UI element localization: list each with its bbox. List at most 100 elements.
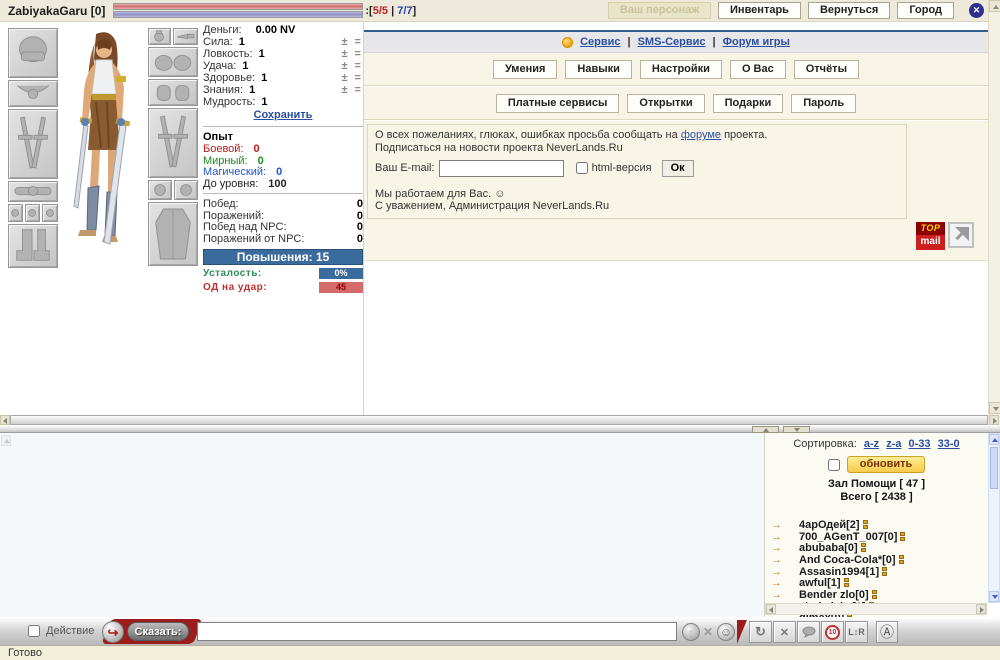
- refresh-chat-icon[interactable]: ↻: [749, 621, 772, 643]
- tab-skills[interactable]: Умения: [493, 60, 557, 79]
- slot-bracelet-2[interactable]: [174, 180, 198, 200]
- chat-splitter[interactable]: [0, 425, 1000, 433]
- clear-icon[interactable]: ✕: [703, 625, 713, 639]
- top-buttons: Ваш персонаж Инвентарь Вернуться Город ✕: [608, 2, 1000, 19]
- hp-value: 5/5: [373, 5, 388, 17]
- slot-misc-2[interactable]: [25, 204, 40, 222]
- sort-330-link[interactable]: 33-0: [938, 438, 960, 450]
- close-icon[interactable]: ✕: [969, 3, 984, 18]
- slot-belt[interactable]: [8, 181, 58, 202]
- page-horizontal-scrollbar[interactable]: [0, 415, 1000, 425]
- players-horizontal-scrollbar[interactable]: [765, 603, 987, 615]
- stat-plus-equal[interactable]: ± =: [341, 72, 363, 84]
- list-item[interactable]: →awful[1]: [765, 577, 988, 589]
- chat-message-input[interactable]: [197, 622, 677, 641]
- say-arrow-icon[interactable]: ↪: [102, 621, 124, 643]
- splitter-down-button[interactable]: [783, 426, 810, 433]
- action-checkbox[interactable]: [28, 625, 40, 637]
- hp-mp-values: :[5/5 | 7/7]: [365, 5, 416, 17]
- slot-gloves[interactable]: [148, 79, 198, 106]
- slot-helmet[interactable]: [8, 28, 58, 78]
- list-item[interactable]: →Assasin1994[1]: [765, 566, 988, 578]
- scroll-left-arrow[interactable]: [766, 604, 776, 614]
- chat-bubble-icon[interactable]: [797, 621, 820, 643]
- tab-reports[interactable]: Отчёты: [794, 60, 859, 79]
- scroll-left-arrow[interactable]: [0, 415, 10, 425]
- splitter-up-button[interactable]: [752, 426, 779, 433]
- sort-az-link[interactable]: a-z: [864, 438, 879, 450]
- sort-033-link[interactable]: 0-33: [909, 438, 931, 450]
- inventory-button[interactable]: Инвентарь: [718, 2, 801, 19]
- player-info-icon[interactable]: [899, 555, 904, 565]
- player-arrow-icon: →: [771, 577, 784, 589]
- topmail-logo[interactable]: TOP mail: [916, 222, 945, 250]
- tab-about[interactable]: О Вас: [730, 60, 786, 79]
- auto-refresh-checkbox[interactable]: [828, 459, 840, 471]
- tab-abilities[interactable]: Навыки: [565, 60, 632, 79]
- slot-weapon-left[interactable]: [8, 109, 58, 179]
- message-limit-badge[interactable]: 10: [821, 621, 844, 643]
- scroll-down-arrow[interactable]: [989, 402, 1000, 414]
- sort-za-link[interactable]: z-a: [886, 438, 901, 450]
- list-item[interactable]: →Bender zlo[0]: [765, 589, 988, 601]
- email-input[interactable]: [439, 160, 564, 177]
- scroll-up-arrow[interactable]: [989, 434, 999, 445]
- player-info-icon[interactable]: [863, 520, 868, 530]
- list-item[interactable]: →And Coca-Cola*[0]: [765, 554, 988, 566]
- stat-plus-equal[interactable]: ± =: [341, 48, 363, 60]
- html-version-checkbox[interactable]: [576, 162, 588, 174]
- tab-postcards[interactable]: Открытки: [627, 94, 704, 113]
- external-link-icon[interactable]: [948, 222, 974, 248]
- stat-plus-equal[interactable]: ± =: [341, 84, 363, 96]
- scroll-right-arrow[interactable]: [989, 415, 999, 425]
- tab-gifts[interactable]: Подарки: [713, 94, 784, 113]
- ok-button[interactable]: Ок: [662, 160, 694, 177]
- list-item[interactable]: →4арОдей[2]: [765, 519, 988, 531]
- forum-link[interactable]: Форум игры: [723, 36, 790, 48]
- service-link[interactable]: Сервис: [580, 36, 620, 48]
- slot-armor[interactable]: [148, 202, 198, 266]
- send-up-icon[interactable]: ↑: [682, 623, 700, 641]
- tab-paid-services[interactable]: Платные сервисы: [496, 94, 620, 113]
- page-vertical-scrollbar[interactable]: [988, 0, 1000, 415]
- slot-weapon-right[interactable]: [148, 108, 198, 178]
- refresh-button[interactable]: обновить: [847, 456, 926, 473]
- slot-knife[interactable]: [173, 28, 198, 45]
- list-item[interactable]: →abubaba[0]: [765, 542, 988, 554]
- smiley-icon[interactable]: ☺: [717, 623, 735, 641]
- player-info-icon[interactable]: [882, 567, 887, 577]
- tab-settings[interactable]: Настройки: [640, 60, 722, 79]
- save-link[interactable]: Сохранить: [254, 109, 313, 121]
- tab-password[interactable]: Пароль: [791, 94, 856, 113]
- slot-bracelet-1[interactable]: [148, 180, 172, 200]
- slot-boots[interactable]: [8, 224, 58, 268]
- players-vertical-scrollbar[interactable]: [988, 433, 1000, 603]
- scroll-down-arrow[interactable]: [989, 591, 999, 602]
- slot-shoulders[interactable]: [148, 47, 198, 77]
- player-info-icon[interactable]: [861, 543, 866, 553]
- slot-amulet[interactable]: [8, 80, 58, 107]
- close-chat-icon[interactable]: ✕: [773, 621, 796, 643]
- scroll-thumb[interactable]: [10, 415, 988, 425]
- player-info-icon[interactable]: [872, 590, 877, 600]
- font-toggle-icon[interactable]: Ⓐ: [876, 621, 898, 643]
- slot-misc-1[interactable]: [8, 204, 23, 222]
- say-button[interactable]: Сказать:: [127, 622, 189, 641]
- scroll-thumb[interactable]: [990, 447, 998, 489]
- return-button[interactable]: Вернуться: [808, 2, 890, 19]
- stat-plus-equal[interactable]: ± =: [341, 36, 363, 48]
- forum-inline-link[interactable]: форуме: [681, 129, 721, 141]
- scroll-up-arrow[interactable]: [989, 0, 1000, 12]
- chat-scroll-up-arrow[interactable]: [1, 435, 11, 446]
- stat-plus-equal[interactable]: ± =: [341, 60, 363, 72]
- player-info-icon[interactable]: [844, 578, 849, 588]
- player-info-icon[interactable]: [900, 532, 905, 542]
- list-item[interactable]: →700_AGenT_007[0]: [765, 531, 988, 543]
- sms-service-link[interactable]: SMS-Сервис: [638, 36, 706, 48]
- translit-icon[interactable]: L↕R: [845, 621, 868, 643]
- city-button[interactable]: Город: [897, 2, 954, 19]
- scroll-right-arrow[interactable]: [976, 604, 986, 614]
- promotions-bar[interactable]: Повышения: 15: [203, 249, 363, 265]
- slot-bag[interactable]: [148, 28, 171, 45]
- slot-misc-3[interactable]: [42, 204, 58, 222]
